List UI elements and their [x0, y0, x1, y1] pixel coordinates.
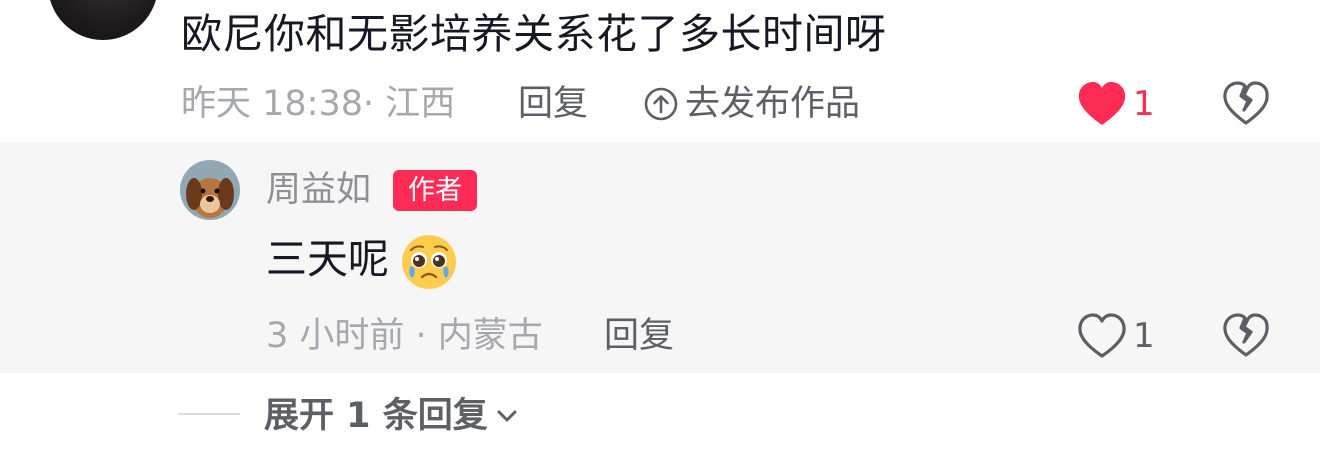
publish-work-label: 去发布作品	[685, 84, 861, 124]
author-avatar[interactable]	[180, 160, 240, 220]
publish-work-button[interactable]: 去发布作品	[643, 82, 860, 126]
expand-replies-label: 展开 1 条回复	[264, 396, 488, 436]
author-badge: 作者	[393, 170, 477, 211]
reply-dislike-broken-heart-icon[interactable]	[1222, 312, 1270, 358]
reply-text: 三天呢	[266, 235, 389, 283]
expand-replies-button[interactable]: 展开 1 条回复	[264, 394, 520, 438]
comment-text: 欧尼你和无影培养关系花了多长时间呀	[181, 10, 887, 58]
author-username[interactable]: 周益如	[266, 168, 371, 212]
chevron-down-icon	[497, 410, 517, 422]
expand-divider-line	[178, 413, 240, 415]
commenter-avatar[interactable]	[48, 0, 158, 40]
reply-like-count: 1	[1133, 316, 1155, 356]
upload-circle-icon	[644, 87, 678, 121]
heart-filled-icon[interactable]	[1076, 80, 1128, 128]
comment-like-count: 1	[1133, 84, 1155, 124]
heart-outline-icon[interactable]	[1076, 312, 1128, 360]
reply-time-location: 3 小时前 · 内蒙古	[266, 316, 543, 356]
comment-time-location: 昨天 18:38· 江西	[181, 84, 456, 124]
reply-reply-button[interactable]: 回复	[604, 314, 674, 358]
pleading-face-emoji	[402, 235, 456, 289]
dislike-broken-heart-icon[interactable]	[1222, 80, 1270, 126]
comment-reply-button[interactable]: 回复	[518, 82, 588, 126]
